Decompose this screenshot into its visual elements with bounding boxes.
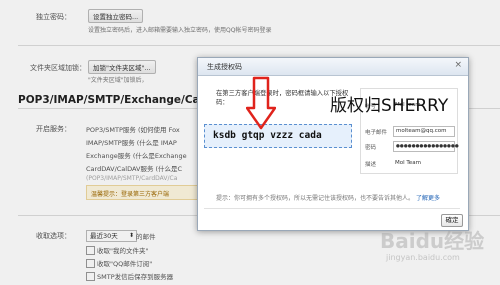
card-key: 描述 (365, 162, 377, 168)
dialog-title: 生成授权码 (207, 63, 242, 71)
dialog-tip-text: 提示：你可拥有多个授权码，所以无需记住该授权码，也不要告诉其他人。 (216, 195, 415, 202)
generate-auth-code-dialog: 生成授权码 × 在第三方客户端登录时，密码框请输入以下授权码： ksdb gtq… (197, 57, 469, 231)
card-row: 密码 ●●●●●●●●●●●●●●●● (361, 140, 459, 153)
card-value: ●●●●●●●●●●●●●●●● (393, 141, 459, 152)
dialog-tip: 提示：你可拥有多个授权码，所以无需记住该授权码，也不要告诉其他人。 了解更多 (216, 193, 440, 202)
down-arrow-icon (246, 76, 276, 130)
close-icon[interactable]: × (454, 60, 462, 70)
card-row: 描述 Mol Team (361, 157, 457, 170)
auth-code[interactable]: ksdb gtqp vzzz cada (213, 130, 322, 141)
auth-code-box[interactable]: ksdb gtqp vzzz cada (204, 124, 352, 148)
learn-more-link[interactable]: 了解更多 (416, 195, 440, 202)
card-key: 电子邮件 (365, 130, 388, 136)
watermark-logo: Baidu经验 (380, 229, 485, 253)
dialog-header: 生成授权码 × (198, 58, 468, 76)
card-value: Mol Team (395, 160, 421, 166)
copyright-caption: 版权归SHERRY (330, 96, 449, 116)
card-row: 电子邮件 molteam@qq.com (361, 125, 457, 138)
divider (204, 208, 460, 209)
card-key: 密码 (365, 145, 377, 151)
card-value: molteam@qq.com (393, 126, 455, 137)
watermark-url: jingyan.baidu.com (386, 253, 460, 262)
